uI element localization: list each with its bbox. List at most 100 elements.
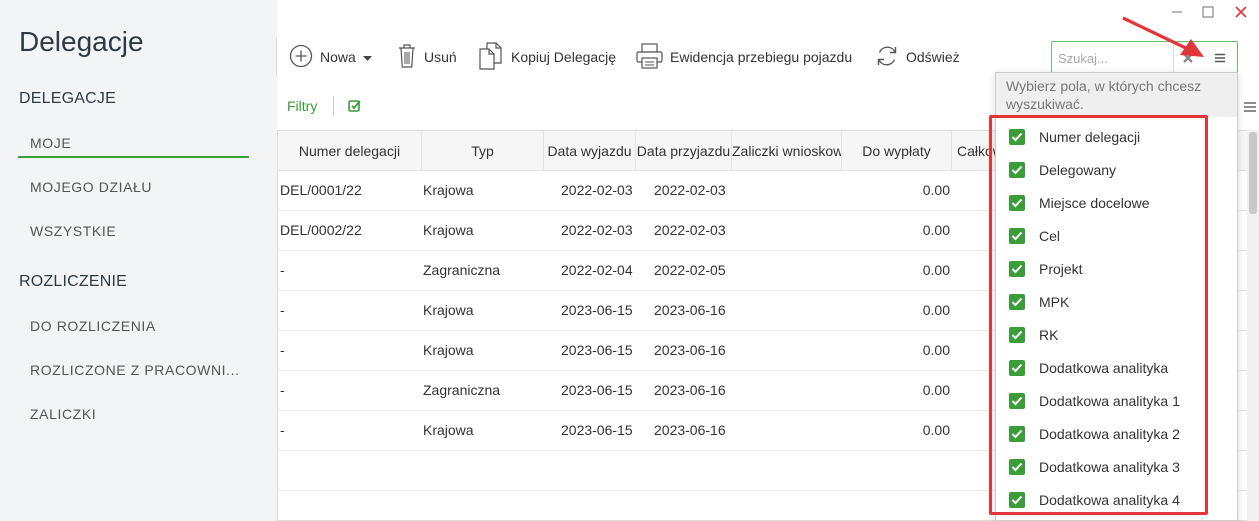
nav-item-zaliczki[interactable]: ZALICZKI [18, 399, 249, 429]
vehicle-mileage-button[interactable]: Ewidencja przebiegu pojazdu [636, 42, 852, 72]
checkbox-checked-icon[interactable] [1009, 228, 1025, 244]
cell-payout: 0.00 [922, 222, 950, 238]
option-label: Dodatkowa analityka 1 [1039, 393, 1180, 409]
cell-type: Zagraniczna [423, 262, 501, 278]
cell-payout: 0.00 [922, 342, 950, 358]
cell-payout: 0.00 [922, 382, 950, 398]
search-field-option[interactable]: Miejsce docelowe [1009, 192, 1150, 214]
column-header[interactable]: Data przyjazdu [636, 131, 732, 171]
close-icon[interactable] [1233, 4, 1249, 20]
section-heading-rozliczenie: ROZLICZENIE [19, 273, 127, 290]
cell-departure: 2022-02-03 [561, 222, 633, 238]
column-header[interactable]: Data wyjazdu [544, 131, 636, 171]
new-button[interactable]: Nowa [289, 42, 379, 72]
cell-departure: 2023-06-15 [561, 342, 633, 358]
checkbox-checked-icon[interactable] [1009, 459, 1025, 475]
option-label: Dodatkowa analityka 2 [1039, 426, 1180, 442]
cell-number: DEL/0001/22 [280, 182, 362, 198]
copy-delegation-label: Kopiuj Delegację [511, 49, 617, 65]
cell-type: Krajowa [423, 182, 474, 198]
cell-departure: 2022-02-04 [561, 262, 633, 278]
checkbox-checked-icon[interactable] [1009, 195, 1025, 211]
search-fields-menu-icon[interactable] [1212, 50, 1228, 66]
checkbox-checked-icon[interactable] [1009, 327, 1025, 343]
copy-document-icon [478, 41, 511, 73]
option-label: Cel [1039, 228, 1061, 244]
search-field-option[interactable]: Dodatkowa analityka 3 [1009, 456, 1180, 478]
checkbox-checked-icon[interactable] [1009, 426, 1025, 442]
checkbox-checked-icon[interactable] [1009, 294, 1025, 310]
cell-payout: 0.00 [922, 302, 950, 318]
checkbox-checked-icon[interactable] [1009, 162, 1025, 178]
checkbox-checked-icon[interactable] [1009, 129, 1025, 145]
option-label: MPK [1039, 294, 1070, 310]
sidebar: Delegacje DELEGACJE MOJE MOJEGO DZIAŁU W… [0, 0, 277, 521]
column-header[interactable]: Zaliczki wnioskow [732, 131, 842, 171]
cell-type: Krajowa [423, 342, 474, 358]
cell-arrival: 2023-06-16 [654, 422, 726, 438]
search-field-option[interactable]: Delegowany [1009, 159, 1116, 181]
vehicle-mileage-label: Ewidencja przebiegu pojazdu [670, 49, 853, 65]
vertical-scrollbar[interactable] [1247, 130, 1259, 521]
option-label: Dodatkowa analityka 4 [1039, 492, 1180, 508]
checkbox-checked-icon[interactable] [1009, 261, 1025, 277]
cell-number: - [280, 302, 285, 318]
refresh-button-label: Odśwież [906, 49, 960, 65]
nav-item-do-rozliczenia[interactable]: DO ROZLICZENIA [18, 311, 249, 341]
option-label: Dodatkowa analityka 3 [1039, 459, 1180, 475]
cell-arrival: 2023-06-16 [654, 302, 726, 318]
delete-button[interactable]: Usuń [397, 42, 457, 72]
refresh-button[interactable]: Odśwież [875, 42, 960, 72]
option-label: Numer delegacji [1039, 129, 1141, 145]
cell-arrival: 2023-06-16 [654, 342, 726, 358]
cell-number: - [280, 382, 285, 398]
refresh-icon [875, 44, 906, 71]
copy-delegation-button[interactable]: Kopiuj Delegację [478, 41, 617, 73]
search-field-option[interactable]: Dodatkowa analityka 1 [1009, 390, 1180, 412]
cell-number: - [280, 262, 285, 278]
column-header[interactable]: Typ [422, 131, 544, 171]
search-field-option[interactable]: MPK [1009, 291, 1069, 313]
new-button-label: Nowa [320, 49, 356, 65]
cell-number: DEL/0002/22 [280, 222, 362, 238]
column-chooser-icon[interactable] [1243, 100, 1257, 117]
checkbox-checked-icon[interactable] [1009, 360, 1025, 376]
search-field-option[interactable]: Dodatkowa analityka 2 [1009, 423, 1180, 445]
cell-arrival: 2022-02-03 [654, 222, 726, 238]
option-label: Delegowany [1039, 162, 1117, 178]
popup-hint: Wybierz pola, w których chcesz wyszukiwa… [996, 73, 1237, 117]
cell-type: Zagraniczna [423, 382, 501, 398]
cell-payout: 0.00 [922, 182, 950, 198]
cell-type: Krajowa [423, 422, 474, 438]
search-field-option[interactable]: Dodatkowa analityka [1009, 357, 1168, 379]
checkbox-checked-icon[interactable] [1009, 492, 1025, 508]
cell-number: - [280, 422, 285, 438]
nav-item-rozliczone[interactable]: ROZLICZONE Z PRACOWNI... [18, 355, 249, 385]
nav-item-moje[interactable]: MOJE [18, 128, 249, 158]
cell-departure: 2022-02-03 [561, 182, 633, 198]
nav-item-wszystkie[interactable]: WSZYSTKIE [18, 216, 249, 246]
section-heading-delegacje: DELEGACJE [19, 90, 116, 107]
nav-item-mojego-dzialu[interactable]: MOJEGO DZIAŁU [18, 172, 249, 202]
search-field-option[interactable]: Projekt [1009, 258, 1083, 280]
cell-arrival: 2022-02-03 [654, 182, 726, 198]
cell-type: Krajowa [423, 302, 474, 318]
printer-icon [636, 42, 670, 72]
cell-departure: 2023-06-15 [561, 302, 633, 318]
edit-filter-icon[interactable] [348, 99, 362, 116]
column-header[interactable]: Numer delegacji [278, 131, 422, 171]
search-field-option[interactable]: RK [1009, 324, 1058, 346]
checkbox-checked-icon[interactable] [1009, 393, 1025, 409]
column-header[interactable]: Do wypłaty [842, 131, 952, 171]
search-field-option[interactable]: Cel [1009, 225, 1060, 247]
search-field-option[interactable]: Numer delegacji [1009, 126, 1140, 148]
search-fields-popup: Wybierz pola, w których chcesz wyszukiwa… [995, 72, 1238, 521]
option-label: Dodatkowa analityka [1039, 360, 1169, 376]
cell-departure: 2023-06-15 [561, 422, 633, 438]
scrollbar-thumb[interactable] [1249, 132, 1257, 214]
cell-number: - [280, 342, 285, 358]
cell-departure: 2023-06-15 [561, 382, 633, 398]
annotation-arrow-icon [1118, 12, 1208, 65]
search-field-option[interactable]: Dodatkowa analityka 4 [1009, 489, 1180, 511]
filters-link[interactable]: Filtry [287, 98, 317, 114]
